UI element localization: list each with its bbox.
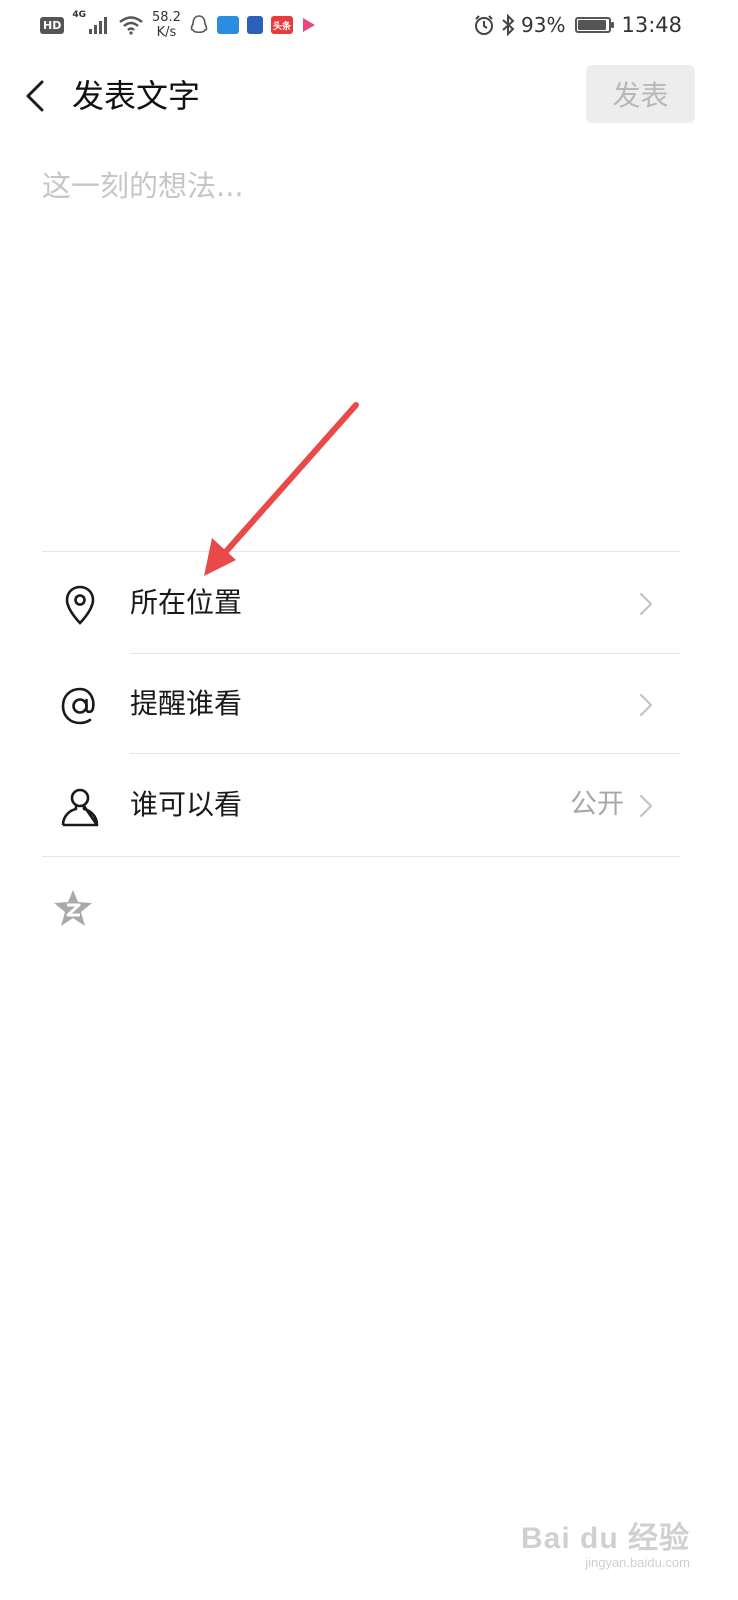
watermark-brand: Bai du 经验	[520, 1522, 690, 1555]
toutiao-app-icon: 头条	[270, 16, 293, 34]
battery-icon	[575, 17, 615, 33]
option-location-label: 所在位置	[130, 586, 243, 619]
video-app-icon	[302, 18, 315, 32]
watermark: Bai du 经验 jingyan.baidu.com	[521, 1513, 690, 1570]
list-bottom-divider	[42, 856, 680, 857]
list-top-divider	[42, 551, 680, 552]
battery-fill	[578, 20, 607, 30]
wifi-icon	[119, 16, 143, 35]
option-visibility[interactable]: 谁可以看 公开	[42, 755, 680, 855]
at-sign-icon	[61, 687, 95, 725]
app-notification-icon	[216, 16, 239, 34]
publish-button[interactable]: 发表	[586, 65, 695, 123]
thought-input[interactable]	[42, 160, 682, 520]
person-icon	[61, 788, 99, 827]
qq-icon	[190, 15, 208, 34]
chevron-right-icon	[639, 693, 653, 717]
chevron-left-icon	[26, 80, 44, 112]
clock: 13:48	[621, 13, 682, 37]
chevron-right-icon	[639, 592, 653, 616]
chevron-right-icon	[639, 794, 653, 818]
qzone-star-icon[interactable]	[52, 888, 94, 928]
status-bar-right: 93% 13:48	[473, 8, 682, 42]
network-speed-unit: K/s	[156, 25, 177, 40]
status-bar-left: HD 4G 58.2 K/s 头条	[40, 8, 317, 42]
cell-signal-icon	[89, 17, 107, 34]
network-speed: 58.2 K/s	[152, 10, 181, 40]
option-mention-label: 提醒谁看	[130, 687, 243, 720]
hd-badge: HD	[40, 16, 65, 34]
location-pin-icon	[65, 585, 95, 625]
alarm-icon	[475, 15, 494, 35]
app-notification-icon-2	[246, 16, 263, 34]
watermark-url: jingyan.baidu.com	[585, 1555, 690, 1570]
network-speed-value: 58.2	[152, 10, 181, 25]
back-button[interactable]	[14, 72, 58, 120]
list-divider	[130, 753, 680, 754]
status-bar: HD 4G 58.2 K/s 头条 93% 13:48	[0, 0, 738, 50]
option-mention[interactable]: 提醒谁看	[42, 654, 680, 754]
page-title: 发表文字	[72, 77, 201, 115]
option-visibility-value: 公开	[570, 789, 624, 820]
signal-type-label: 4G	[72, 10, 86, 20]
option-location[interactable]: 所在位置	[42, 553, 680, 653]
bluetooth-icon	[502, 14, 515, 36]
battery-percent: 93%	[521, 13, 566, 37]
option-visibility-label: 谁可以看	[130, 788, 243, 821]
